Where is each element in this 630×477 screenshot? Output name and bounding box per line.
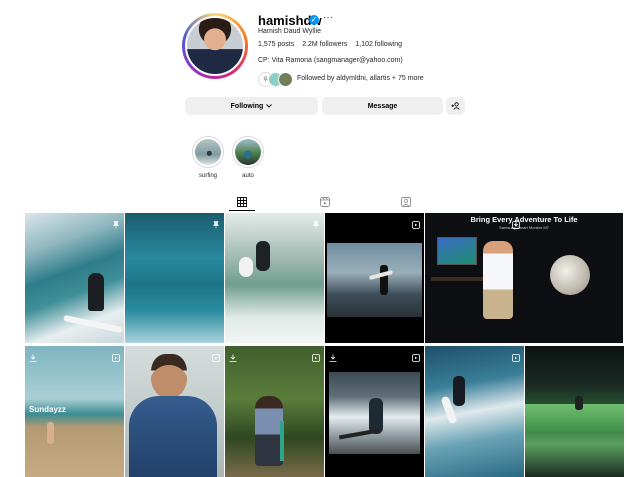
tab-posts-grid-icon[interactable]: [236, 196, 248, 208]
portrait-head: [151, 354, 187, 398]
promo-title: Bring Every Adventure To Life: [470, 215, 578, 224]
pinned-icon: [112, 216, 120, 229]
reel-icon: [412, 216, 420, 229]
more-options-icon[interactable]: ···: [323, 12, 333, 23]
tab-reels-icon[interactable]: [319, 196, 331, 208]
following-label: Following: [230, 102, 264, 110]
highlight-label: auto: [242, 173, 254, 179]
download-icon: [29, 349, 37, 362]
reel-icon: [512, 349, 520, 362]
promo-subtitle: Samsung Smart Monitor M7: [499, 225, 549, 230]
highlight-surfing[interactable]: [192, 136, 224, 168]
surfer-figure: [380, 265, 388, 295]
surfer-figure: [256, 241, 270, 271]
mutual-avatar-3: [278, 72, 293, 87]
hose-shape: [280, 421, 284, 461]
person-figure: [483, 241, 513, 319]
reel-icon: [212, 349, 220, 362]
monitor-screen: [437, 237, 477, 265]
post-thumbnail[interactable]: [125, 346, 224, 477]
surfer-figure: [88, 273, 104, 311]
highlight-surfing-thumb: [195, 139, 221, 165]
following-button[interactable]: Following: [185, 97, 318, 115]
post-thumbnail[interactable]: [525, 346, 624, 477]
post-thumbnail[interactable]: [425, 346, 524, 477]
post-thumbnail[interactable]: [25, 213, 124, 343]
person-figure: [575, 396, 583, 410]
post-thumbnail[interactable]: [225, 346, 324, 477]
posts-count: 1,575 posts: [258, 41, 295, 48]
person-figure: [255, 396, 283, 466]
surfboard-shape: [63, 314, 123, 334]
highlight-label: surfing: [198, 173, 217, 179]
mutual-followers-avatars[interactable]: ⚲: [258, 72, 296, 87]
post-thumbnail[interactable]: [325, 213, 424, 343]
reel-icon: [512, 216, 520, 229]
post-thumbnail[interactable]: [325, 346, 424, 477]
reel-icon: [112, 349, 120, 362]
surfer-figure: [453, 376, 465, 406]
post-caption: Sundayzz: [29, 405, 66, 414]
pinned-icon: [312, 216, 320, 229]
reel-icon: [312, 349, 320, 362]
surfboard-shape: [239, 257, 253, 277]
post-thumbnail[interactable]: Bring Every Adventure To Life Samsung Sm…: [425, 213, 623, 343]
shirt-shape: [129, 396, 217, 477]
bio: CP: Vita Ramona (sangmanager@yahoo.com): [258, 57, 403, 64]
followed-by-text[interactable]: Followed by aldymldni, allartis + 75 mor…: [297, 75, 424, 82]
verified-badge-icon: ✓: [309, 15, 319, 25]
active-tab-indicator: [229, 210, 255, 211]
download-icon: [229, 349, 237, 362]
full-name: Hamish Daud Wyllie: [258, 28, 321, 35]
profile-stats: 1,575 posts 2.2M followers 1,102 followi…: [258, 41, 402, 48]
post-thumbnail[interactable]: [225, 213, 324, 343]
tab-tagged-icon[interactable]: [400, 196, 412, 208]
post-thumbnail[interactable]: [125, 213, 224, 343]
add-person-icon[interactable]: [446, 97, 465, 115]
video-frame: [327, 243, 422, 317]
moon-shape: [550, 255, 590, 295]
following-count[interactable]: 1,102 following: [355, 41, 402, 48]
pinned-icon: [212, 216, 220, 229]
chevron-down-icon: [266, 103, 273, 110]
highlight-auto-thumb: [235, 139, 261, 165]
highlight-auto[interactable]: [232, 136, 264, 168]
reel-icon: [412, 349, 420, 362]
followers-count[interactable]: 2.2M followers: [302, 41, 347, 48]
download-icon: [329, 349, 337, 362]
message-button[interactable]: Message: [322, 97, 443, 115]
avatar[interactable]: [185, 16, 245, 76]
person-figure: [47, 422, 54, 444]
post-thumbnail[interactable]: Sundayzz: [25, 346, 124, 477]
